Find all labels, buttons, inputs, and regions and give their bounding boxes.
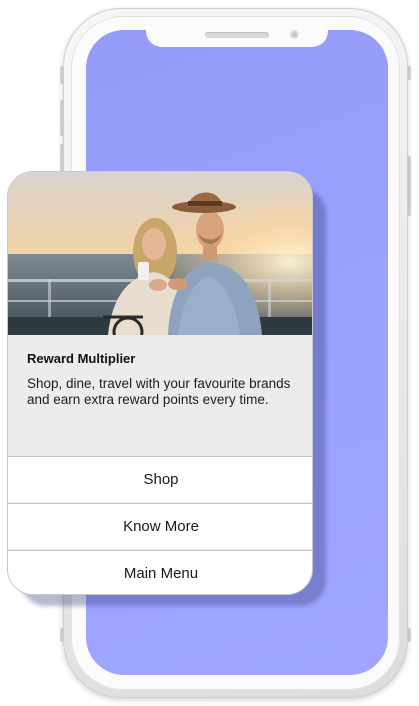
front-camera-icon	[290, 30, 299, 39]
know-more-button[interactable]: Know More	[8, 503, 312, 549]
hero-image	[8, 172, 312, 335]
main-menu-button[interactable]: Main Menu	[8, 550, 312, 594]
speaker-grille	[205, 32, 269, 38]
stage: Reward Multiplier Shop, dine, travel wit…	[0, 0, 419, 706]
card-content: Reward Multiplier Shop, dine, travel wit…	[8, 335, 312, 457]
hero-photo-illustration	[8, 172, 312, 335]
promo-card: Reward Multiplier Shop, dine, travel wit…	[7, 171, 313, 595]
card-description: Shop, dine, travel with your favourite b…	[27, 376, 291, 407]
shop-button[interactable]: Shop	[8, 456, 312, 502]
card-title: Reward Multiplier	[27, 351, 136, 366]
